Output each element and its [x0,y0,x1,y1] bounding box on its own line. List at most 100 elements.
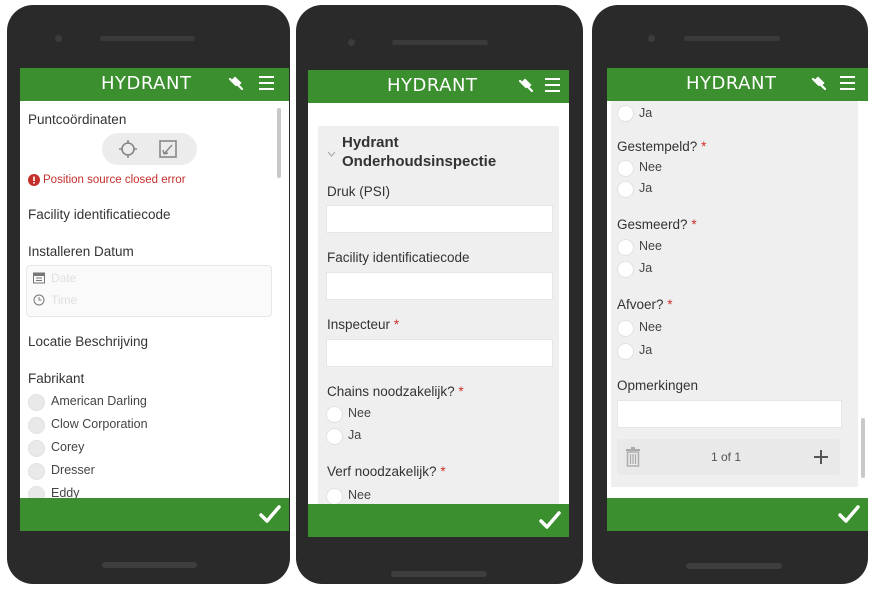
front-camera [348,39,355,46]
required-mark: * [667,297,673,312]
lubricated-label: Gesmeerd? * [617,217,697,232]
app-footer [20,498,289,531]
facility-id-input[interactable] [326,272,553,300]
phone-frame-3: HYDRANT Ja Gestempeld? * Nee Ja Gesmeerd… [592,5,868,584]
stamped-yes-radio[interactable] [617,181,634,198]
speaker [100,36,195,41]
required-mark: * [458,384,464,399]
app-title: HYDRANT [387,75,478,96]
screen-3: HYDRANT Ja Gestempeld? * Nee Ja Gesmeerd… [607,68,868,531]
trash-icon[interactable] [625,447,641,467]
error-message: Position source closed error [43,174,186,186]
stamped-yes-label: Ja [639,181,653,195]
app-title: HYDRANT [686,73,777,94]
speaker [392,40,488,45]
front-camera [648,35,655,42]
menu-icon[interactable] [545,78,560,94]
manufacturer-radio[interactable] [28,463,45,480]
inspection-group: Hydrant Onderhoudsinspectie Druk (PSI) F… [318,126,559,510]
manufacturer-option: American Darling [51,394,147,408]
submit-check-icon[interactable] [838,504,860,524]
clock-icon [33,294,45,306]
required-mark: * [691,217,697,232]
install-date-label: Installeren Datum [28,244,134,259]
manufacturer-option: Corey [51,440,85,454]
app-title: HYDRANT [101,73,192,94]
facility-id-label: Facility identificatiecode [28,207,171,222]
chains-label: Chains noodzakelijk? * [327,384,464,399]
time-input[interactable]: Time [51,293,77,307]
previous-yes-label: Ja [639,106,653,120]
speaker [684,36,780,41]
chevron-down-icon[interactable] [327,151,336,157]
manufacturer-radio[interactable] [28,417,45,434]
required-mark: * [393,317,400,332]
home-bar [391,571,487,577]
manufacturer-radio[interactable] [28,440,45,457]
menu-icon[interactable] [840,76,855,92]
pin-icon[interactable] [517,77,535,95]
pressure-label: Druk (PSI) [327,184,391,199]
crosshair-icon[interactable] [118,139,138,159]
install-date-box: Date Time [26,265,272,317]
manufacturer-option: Dresser [51,463,95,477]
manufacturer-radio[interactable] [28,394,45,411]
add-icon[interactable] [812,448,830,466]
manufacturer-label: Fabrikant [28,371,85,386]
home-bar [686,563,782,569]
app-header: HYDRANT [20,68,289,101]
screen-1: HYDRANT Puntcoördinaten Position source … [20,68,289,531]
drain-label: Afvoer? * [617,297,673,312]
location-buttons [102,133,197,165]
paint-no-radio[interactable] [326,488,343,505]
chains-yes-radio[interactable] [326,428,343,445]
date-input[interactable]: Date [51,271,76,285]
calendar-icon [33,272,45,284]
home-bar [102,562,197,568]
pin-icon[interactable] [810,75,828,93]
remarks-label: Opmerkingen [617,378,699,393]
drain-yes-label: Ja [639,343,653,357]
drain-no-label: Nee [639,320,662,334]
required-mark: * [701,139,707,154]
phone-frame-2: HYDRANT Hydrant Onderhoudsinspectie Druk… [296,5,583,584]
paint-no-label: Nee [348,488,371,502]
stamped-no-radio[interactable] [617,160,634,177]
inspector-input[interactable] [326,339,553,367]
drain-no-radio[interactable] [617,320,634,337]
facility-id-label: Facility identificatiecode [327,250,470,265]
map-edit-icon[interactable] [158,139,178,159]
group-title-line-1: Hydrant [342,134,399,151]
stamped-label: Gestempeld? * [617,139,707,154]
chains-yes-label: Ja [348,428,362,442]
pin-icon[interactable] [227,75,245,93]
chains-no-label: Nee [348,406,371,420]
menu-icon[interactable] [259,76,274,92]
front-camera [55,35,62,42]
drain-yes-radio[interactable] [617,343,634,360]
submit-check-icon[interactable] [259,504,281,524]
paint-label: Verf noodzakelijk? * [327,464,446,479]
scrollbar[interactable] [861,418,865,478]
lubricated-no-label: Nee [639,239,662,253]
app-footer [607,498,868,531]
inspection-group: Ja Gestempeld? * Nee Ja Gesmeerd? * Nee … [611,101,858,487]
app-header: HYDRANT [308,70,569,103]
previous-yes-radio[interactable] [617,105,634,122]
group-title-line-2: Onderhoudsinspectie [342,153,497,170]
remarks-input[interactable] [617,400,842,428]
manufacturer-option: Clow Corporation [51,417,148,431]
pressure-input[interactable] [326,205,553,233]
lubricated-yes-radio[interactable] [617,261,634,278]
phone-frame-1: HYDRANT Puntcoördinaten Position source … [7,5,290,584]
inspector-label: Inspecteur * [327,317,400,332]
required-mark: * [440,464,446,479]
submit-check-icon[interactable] [539,510,561,530]
chains-no-radio[interactable] [326,406,343,423]
stamped-no-label: Nee [639,160,662,174]
page-indicator: 1 of 1 [711,450,742,464]
lubricated-no-radio[interactable] [617,239,634,256]
location-label: Puntcoördinaten [28,112,127,127]
location-description-label: Locatie Beschrijving [28,334,149,349]
scrollbar[interactable] [277,108,281,178]
